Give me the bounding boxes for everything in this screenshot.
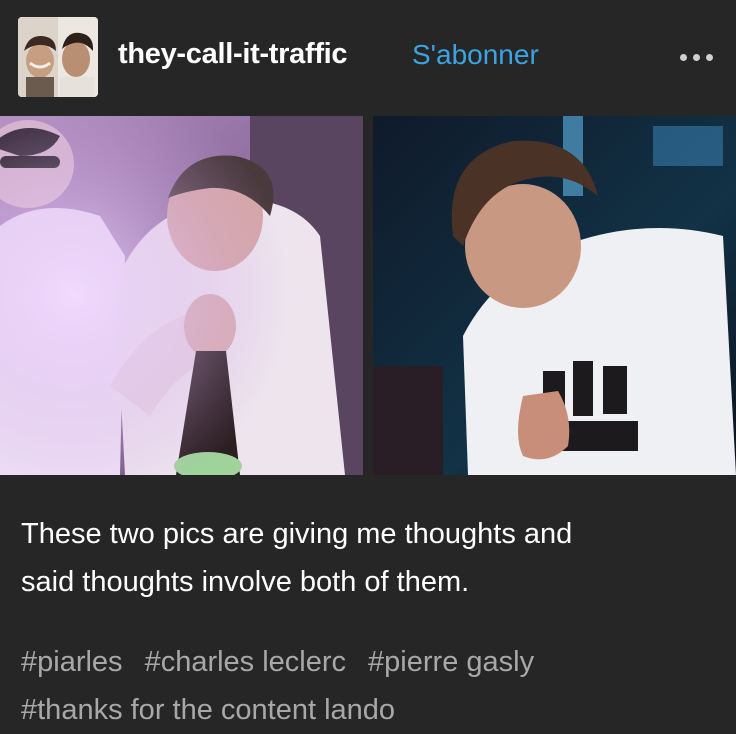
- caption-line: These two pics are giving me thoughts an…: [21, 518, 573, 550]
- dot: [693, 54, 700, 61]
- follow-button[interactable]: S'abonner: [412, 39, 539, 71]
- tag-link[interactable]: #charles leclerc: [145, 638, 346, 686]
- post-tags: #piarles #charles leclerc #pierre gasly #t…: [21, 638, 721, 734]
- tag-link[interactable]: #thanks for the content lando: [21, 686, 395, 734]
- post-photo-right[interactable]: [373, 116, 736, 475]
- blog-avatar[interactable]: [18, 17, 98, 97]
- post-card: they-call-it-traffic S'abonner These two…: [0, 0, 736, 732]
- tag-link[interactable]: #pierre gasly: [368, 638, 534, 686]
- ellipsis-icon[interactable]: [676, 42, 718, 72]
- dot: [680, 54, 687, 61]
- post-photo-left[interactable]: [0, 116, 363, 475]
- blog-name-link[interactable]: they-call-it-traffic: [118, 38, 348, 71]
- caption-line: said thoughts involve both of them.: [21, 566, 470, 598]
- dot: [706, 54, 713, 61]
- post-caption: These two pics are giving me thoughts an…: [21, 510, 721, 606]
- post-header: they-call-it-traffic S'abonner: [0, 0, 736, 112]
- tag-link[interactable]: #piarles: [21, 638, 123, 686]
